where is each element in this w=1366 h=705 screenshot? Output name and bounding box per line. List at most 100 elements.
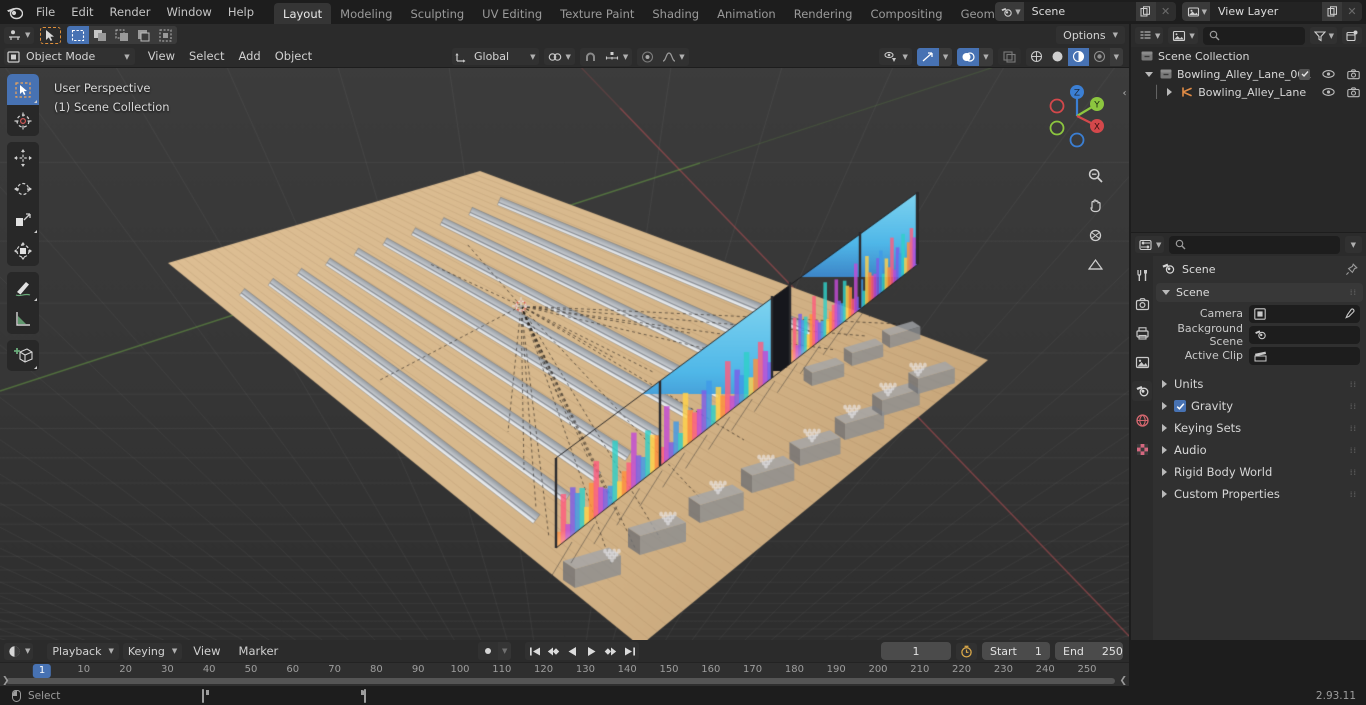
- viewport-menu-add[interactable]: Add: [231, 48, 267, 65]
- end-frame-field[interactable]: End 250: [1055, 642, 1123, 660]
- active-clip-field[interactable]: [1249, 346, 1360, 365]
- workspace-tab-compositing[interactable]: Compositing: [861, 3, 951, 24]
- tool-add-cube[interactable]: [7, 340, 39, 371]
- timeline-menu-playback[interactable]: Playback ▼: [47, 642, 119, 660]
- select-intersect-button[interactable]: [133, 26, 156, 44]
- select-difference-button[interactable]: [155, 26, 178, 44]
- timeline-left-arrow-icon[interactable]: ❯: [2, 676, 10, 686]
- playhead-badge[interactable]: 1: [32, 664, 52, 678]
- blender-logo-icon[interactable]: [0, 0, 28, 24]
- outliner-row-bowling-alley-lane[interactable]: │ Bowling_Alley_Lane: [1131, 83, 1366, 101]
- tool-scale[interactable]: [7, 204, 39, 235]
- new-view-layer-button[interactable]: [1322, 2, 1342, 21]
- tab-tool[interactable]: [1132, 265, 1152, 285]
- panel-units[interactable]: Units ⁞⁞: [1156, 374, 1363, 394]
- auto-keyframe-toggle[interactable]: [478, 642, 498, 660]
- pin-icon[interactable]: [1345, 262, 1358, 276]
- chevron-right-icon[interactable]: [1162, 424, 1167, 432]
- workspace-tab-layout[interactable]: Layout: [274, 3, 332, 24]
- visibility-selector[interactable]: ▼: [879, 48, 912, 65]
- timeline-right-arrow-icon[interactable]: ❮: [1119, 676, 1127, 686]
- panel-gravity[interactable]: Gravity ⁞⁞: [1156, 396, 1363, 416]
- overlays-dropdown[interactable]: ▼: [979, 47, 993, 66]
- workspace-tab-texture-paint[interactable]: Texture Paint: [551, 3, 643, 24]
- proportional-falloff-dropdown[interactable]: ▼: [658, 48, 688, 66]
- background-scene-field[interactable]: [1249, 325, 1360, 344]
- view-layer-browse-icon[interactable]: ▼: [1181, 2, 1210, 21]
- outliner-display-mode-icon[interactable]: ▼: [1168, 27, 1198, 44]
- zoom-icon[interactable]: [1084, 164, 1107, 187]
- panel-grip[interactable]: ⁞⁞: [1350, 490, 1357, 499]
- eye-icon[interactable]: [1322, 69, 1335, 79]
- viewport-sidebar-toggle[interactable]: ‹: [1120, 80, 1129, 106]
- properties-search-input[interactable]: [1169, 235, 1340, 254]
- tool-cursor[interactable]: [7, 105, 39, 136]
- xray-toggle[interactable]: [997, 48, 1021, 65]
- timeline-ruler[interactable]: 1 ❯ ❮ 10 20 30 40 50 60 70 80 90 100 110 120 130 140 1…: [0, 662, 1129, 686]
- use-preview-range-icon[interactable]: [956, 642, 977, 660]
- viewport-scene-canvas[interactable]: [0, 68, 1129, 640]
- chevron-down-icon[interactable]: [1145, 71, 1153, 77]
- remove-scene-button[interactable]: ✕: [1155, 2, 1176, 21]
- properties-editor-type-icon[interactable]: ▼: [1135, 236, 1165, 253]
- proportional-editing-toggle[interactable]: [637, 48, 658, 66]
- collection-checkbox[interactable]: [1299, 68, 1310, 80]
- tab-render[interactable]: [1132, 294, 1152, 314]
- view-layer-selector[interactable]: ▼ View Layer ✕: [1181, 2, 1362, 21]
- menu-file[interactable]: File: [28, 2, 63, 22]
- rendered-shading-button[interactable]: [1089, 48, 1110, 66]
- workspace-tab-rendering[interactable]: Rendering: [785, 3, 862, 24]
- ortho-persp-icon[interactable]: [1084, 254, 1107, 277]
- workspace-tab-sculpting[interactable]: Sculpting: [401, 3, 473, 24]
- panel-grip[interactable]: ⁞⁞: [1350, 468, 1357, 477]
- panel-audio[interactable]: Audio ⁞⁞: [1156, 440, 1363, 460]
- options-dropdown[interactable]: Options ▼: [1056, 26, 1125, 44]
- chevron-right-icon[interactable]: [1162, 402, 1167, 410]
- chevron-right-icon[interactable]: [1167, 88, 1173, 96]
- play-reverse-icon[interactable]: [563, 642, 582, 660]
- current-frame-field[interactable]: 1: [881, 642, 951, 660]
- panel-grip[interactable]: ⁞⁞: [1350, 424, 1357, 433]
- scene-browse-icon[interactable]: ▼: [995, 2, 1024, 21]
- viewport-menu-select[interactable]: Select: [182, 48, 231, 65]
- shading-dropdown[interactable]: ▼: [1109, 47, 1123, 66]
- tab-texture[interactable]: [1132, 439, 1152, 459]
- viewport-menu-view[interactable]: View: [141, 48, 182, 65]
- new-scene-button[interactable]: [1135, 2, 1156, 21]
- tab-scene[interactable]: [1132, 381, 1152, 401]
- chevron-down-icon[interactable]: [1162, 290, 1170, 295]
- menu-help[interactable]: Help: [220, 2, 262, 22]
- menu-edit[interactable]: Edit: [63, 2, 101, 22]
- panel-grip[interactable]: ⁞⁞: [1350, 446, 1357, 455]
- panel-grip[interactable]: ⁞⁞: [1350, 402, 1357, 411]
- mode-selector[interactable]: Object Mode ▼: [4, 48, 135, 65]
- outliner-new-collection-icon[interactable]: [1342, 27, 1362, 44]
- viewport-menu-object[interactable]: Object: [268, 48, 319, 65]
- menu-render[interactable]: Render: [102, 2, 159, 22]
- outliner-row-scene-collection[interactable]: Scene Collection: [1131, 47, 1366, 65]
- workspace-tab-shading[interactable]: Shading: [643, 3, 708, 24]
- select-box-button[interactable]: [67, 26, 90, 44]
- tab-view-layer[interactable]: [1132, 352, 1152, 372]
- timeline-menu-keying[interactable]: Keying ▼: [122, 642, 183, 660]
- material-preview-shading-button[interactable]: [1067, 47, 1089, 66]
- transform-orientation-selector[interactable]: Global ▼: [452, 48, 540, 65]
- chevron-right-icon[interactable]: [1162, 490, 1167, 498]
- auto-keying-dropdown[interactable]: ▼: [498, 642, 512, 660]
- active-tool-icon[interactable]: [40, 26, 62, 44]
- wireframe-shading-button[interactable]: [1026, 48, 1047, 66]
- workspace-tab-modeling[interactable]: Modeling: [331, 3, 401, 24]
- chevron-right-icon[interactable]: [1162, 380, 1167, 388]
- tool-annotate[interactable]: [7, 272, 39, 303]
- tool-transform[interactable]: [7, 235, 39, 266]
- tool-settings-editor-icon[interactable]: ▼: [4, 26, 35, 44]
- snap-pivot-button[interactable]: ▼: [544, 48, 575, 65]
- menu-window[interactable]: Window: [158, 2, 219, 22]
- viewport-3d[interactable]: User Perspective (1) Scene Collection Z …: [0, 68, 1129, 640]
- navigation-gizmo[interactable]: Z Y X: [1039, 78, 1115, 154]
- show-gizmo-toggle[interactable]: [916, 47, 939, 66]
- tool-tweak-select-box[interactable]: [7, 74, 39, 105]
- hand-icon[interactable]: [1084, 194, 1107, 217]
- play-icon[interactable]: [582, 642, 601, 660]
- camera-icon[interactable]: [1347, 86, 1360, 98]
